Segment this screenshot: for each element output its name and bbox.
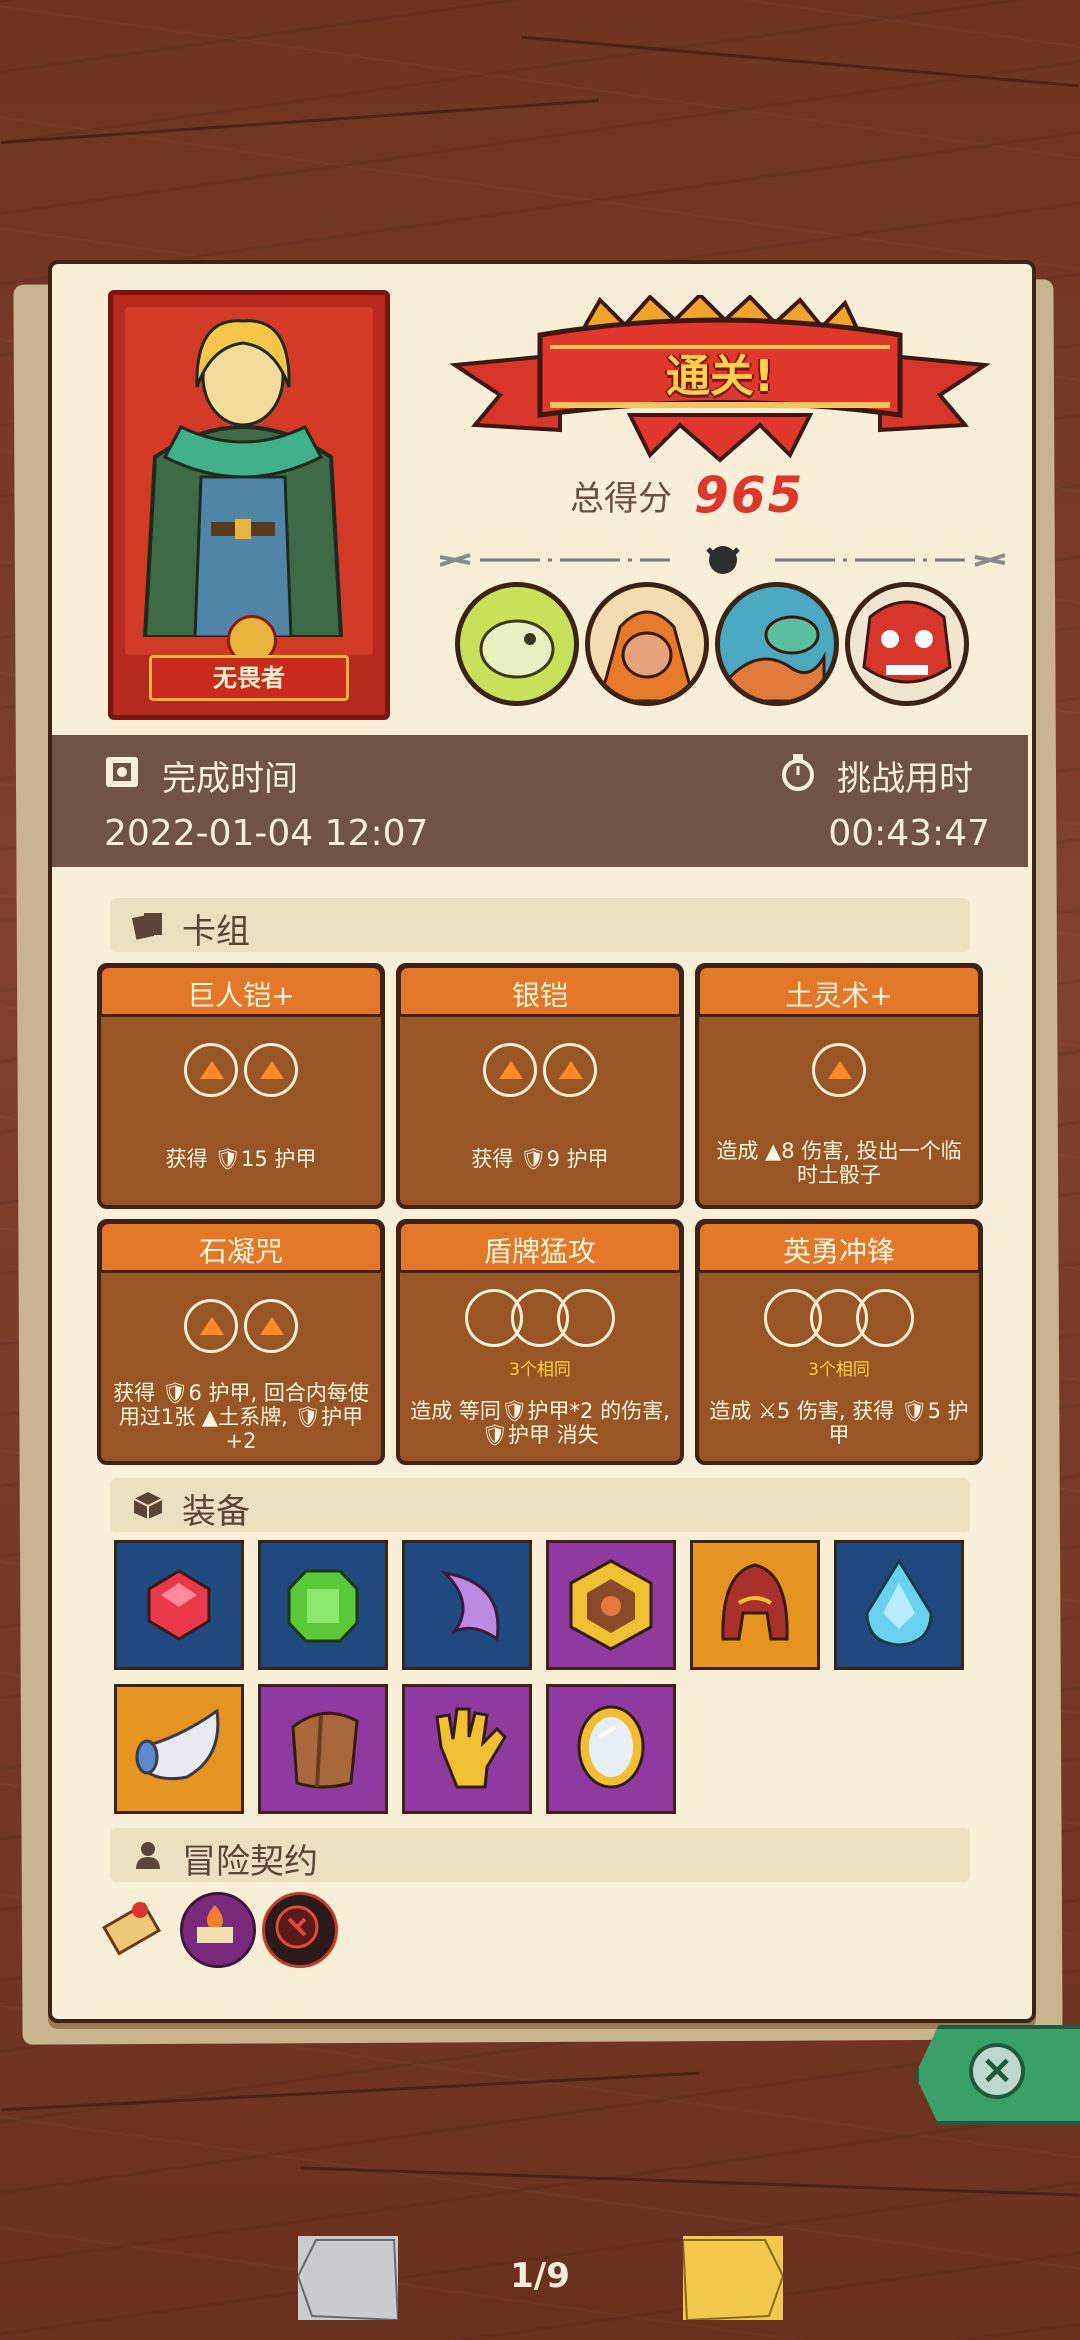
contract-section-header: 冒险契约 [110,1828,970,1882]
deck-section-header: 卡组 [110,898,970,952]
equipment-title: 装备 [182,1492,250,1532]
boss-divider [439,545,1006,575]
dark-rune-icon[interactable] [262,1892,338,1968]
dice-slot-icon [557,1289,615,1347]
close-icon: × [969,2043,1025,2099]
sea-serpent-boss-icon [715,582,839,706]
card-name: 银铠 [511,979,568,1012]
card-description: 造成 ▲8 伤害, 投出一个临时土骰子 [716,1139,962,1187]
earth-dice-icon [812,1043,866,1097]
deck-card[interactable]: 英勇冲锋 3个相同 造成 ⚔5 伤害, 获得 🛡5 护甲 [695,1219,983,1465]
deck-card[interactable]: 土灵术+ 造成 ▲8 伤害, 投出一个临时土骰子 [695,963,983,1209]
finish-time-value: 2022-01-04 12:07 [104,813,429,854]
earth-dice-icon [184,1043,238,1097]
earth-dice-icon [244,1043,298,1097]
hex-amulet-icon[interactable] [546,1540,676,1670]
monkey-king-boss-icon [585,582,709,706]
dice-slot-icon [856,1289,914,1347]
blue-drop-gem-icon[interactable] [834,1540,964,1670]
horn-icon[interactable] [114,1684,244,1814]
same-dice-label: 3个相同 [808,1360,870,1380]
skeleton-dragon-boss-icon [455,582,579,706]
golden-glove-icon[interactable] [402,1684,532,1814]
film-icon [106,757,138,787]
earth-dice-icon [244,1299,298,1353]
fire-book-icon[interactable] [180,1892,256,1968]
earth-dice-icon [184,1299,238,1353]
card-name: 土灵术+ [785,979,893,1012]
score-label: 总得分 [570,478,672,519]
hero-name: 无畏者 [149,655,349,701]
total-score: 总得分 965 [570,465,804,525]
page-indicator: 1/9 [510,2256,570,2296]
deck-card[interactable]: 巨人铠+ 获得 🛡15 护甲 [97,963,385,1209]
card-description: 获得 🛡6 护甲, 回合内每使用过1张 ▲土系牌, 🛡护甲+2 [113,1381,369,1453]
finish-time-label: 完成时间 [162,759,298,799]
previous-page-button[interactable] [298,2236,398,2320]
challenge-time-value: 00:43:47 [828,813,990,854]
close-button[interactable]: × [915,2025,1080,2125]
card-description: 造成 ⚔5 伤害, 获得 🛡5 护甲 [709,1399,969,1447]
deck-card[interactable]: 石凝咒 获得 🛡6 护甲, 回合内每使用过1张 ▲土系牌, 🛡护甲+2 [97,1219,385,1465]
card-description: 获得 🛡15 护甲 [165,1147,317,1171]
purple-crescent-icon[interactable] [402,1540,532,1670]
card-name: 英勇冲锋 [782,1235,895,1268]
card-name: 巨人铠+ [187,979,295,1012]
contract-person-icon [136,1842,160,1869]
hero-art [125,307,373,655]
earth-dice-icon [543,1043,597,1097]
score-value: 965 [694,466,805,524]
card-name: 石凝咒 [198,1235,283,1268]
deck-card[interactable]: 盾牌猛攻 3个相同 造成 等同🛡护甲*2 的伤害, 🛡护甲 消失 [396,1219,684,1465]
dragon-mask-boss-icon [845,582,969,706]
box-icon [133,1492,163,1519]
green-gem-icon[interactable] [258,1540,388,1670]
victory-banner: 通关! [449,292,991,465]
hero-portrait: 无畏者 [108,290,390,720]
deck-card[interactable]: 银铠 获得 🛡9 护甲 [396,963,684,1209]
next-page-button[interactable] [683,2236,783,2320]
challenge-time-label: 挑战用时 [837,759,973,799]
same-dice-label: 3个相同 [509,1360,571,1380]
equipment-section-header: 装备 [110,1478,970,1532]
card-name: 盾牌猛攻 [483,1235,596,1268]
deck-title: 卡组 [182,912,250,952]
mirror-icon[interactable] [546,1684,676,1814]
leather-armor-icon[interactable] [258,1684,388,1814]
earth-dice-icon [483,1043,537,1097]
contract-title: 冒险契约 [182,1842,318,1882]
card-description: 造成 等同🛡护甲*2 的伤害, 🛡护甲 消失 [410,1399,670,1447]
scroll-icon[interactable] [100,1892,170,1962]
stopwatch-icon [782,754,814,791]
red-gem-icon[interactable] [114,1540,244,1670]
red-helmet-icon[interactable] [690,1540,820,1670]
victory-text: 通关! [665,351,775,402]
cards-icon [132,913,162,940]
card-description: 获得 🛡9 护甲 [471,1147,609,1171]
defeated-bosses [455,582,969,706]
time-info-bar: 完成时间 2022-01-04 12:07 挑战用时 00:43:47 [52,735,1028,867]
